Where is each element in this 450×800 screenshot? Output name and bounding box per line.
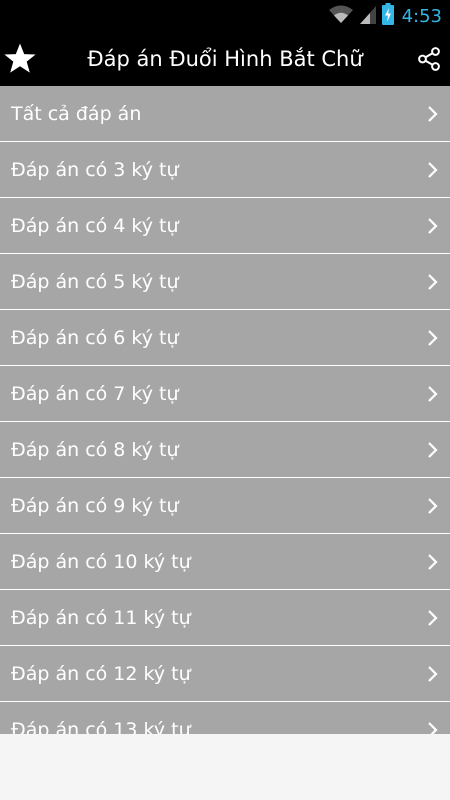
status-icons: 4:53 [328,0,442,32]
bottom-blank-area [0,734,450,800]
status-time: 4:53 [401,5,442,27]
list-item-label: Đáp án có 7 ký tự [11,383,179,405]
list-item-4-chars[interactable]: Đáp án có 4 ký tự [0,198,450,254]
list-item-label: Tất cả đáp án [11,103,142,125]
list-item-label: Đáp án có 6 ký tự [11,327,179,349]
chevron-right-icon [426,272,440,292]
chevron-right-icon [426,160,440,180]
answer-category-list: Tất cả đáp án Đáp án có 3 ký tự Đáp án c… [0,86,450,734]
status-bar: 4:53 [0,0,450,32]
list-item-9-chars[interactable]: Đáp án có 9 ký tự [0,478,450,534]
share-icon[interactable] [416,46,442,72]
list-item-8-chars[interactable]: Đáp án có 8 ký tự [0,422,450,478]
list-item-label: Đáp án có 10 ký tự [11,551,191,573]
list-item-label: Đáp án có 5 ký tự [11,271,179,293]
list-item-5-chars[interactable]: Đáp án có 5 ký tự [0,254,450,310]
action-bar: Đáp án Đuổi Hình Bắt Chữ [0,32,450,86]
list-item-11-chars[interactable]: Đáp án có 11 ký tự [0,590,450,646]
list-item-label: Đáp án có 9 ký tự [11,495,179,517]
list-item-label: Đáp án có 4 ký tự [11,215,179,237]
chevron-right-icon [426,384,440,404]
list-item-12-chars[interactable]: Đáp án có 12 ký tự [0,646,450,702]
page-title: Đáp án Đuổi Hình Bắt Chữ [87,47,363,71]
chevron-right-icon [426,216,440,236]
signal-icon [359,4,376,28]
wifi-icon [328,4,354,28]
list-item-7-chars[interactable]: Đáp án có 7 ký tự [0,366,450,422]
chevron-right-icon [426,720,440,734]
list-item-6-chars[interactable]: Đáp án có 6 ký tự [0,310,450,366]
list-item-label: Đáp án có 8 ký tự [11,439,179,461]
chevron-right-icon [426,608,440,628]
chevron-right-icon [426,664,440,684]
list-item-3-chars[interactable]: Đáp án có 3 ký tự [0,142,450,198]
list-item-label: Đáp án có 13 ký tự [11,719,191,734]
list-item-13-chars[interactable]: Đáp án có 13 ký tự [0,702,450,734]
list-item-10-chars[interactable]: Đáp án có 10 ký tự [0,534,450,590]
chevron-right-icon [426,328,440,348]
star-icon[interactable] [3,42,37,76]
chevron-right-icon [426,104,440,124]
list-item-label: Đáp án có 12 ký tự [11,663,191,685]
chevron-right-icon [426,440,440,460]
list-item-label: Đáp án có 11 ký tự [11,607,191,629]
chevron-right-icon [426,552,440,572]
list-item-label: Đáp án có 3 ký tự [11,159,179,181]
list-item-all-answers[interactable]: Tất cả đáp án [0,86,450,142]
battery-charging-icon [381,3,394,29]
chevron-right-icon [426,496,440,516]
